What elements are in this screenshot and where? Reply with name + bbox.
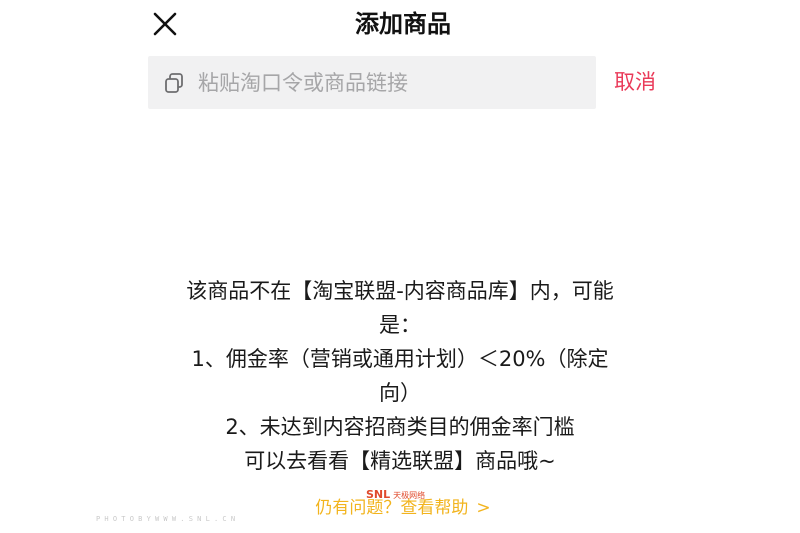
add-product-page: 添加商品 取消 该商品不在【淘宝联盟-内容商品库】内，可能 是： 1、佣金率（营… — [0, 0, 800, 533]
page-title: 添加商品 — [355, 10, 451, 38]
message-line: 2、未达到内容招商类目的佣金率门槛 — [225, 415, 575, 439]
cancel-button[interactable]: 取消 — [614, 66, 656, 98]
watermark-logo-text: SNL — [366, 488, 391, 501]
message-line: 该商品不在【淘宝联盟-内容商品库】内，可能 — [186, 279, 614, 303]
message-line: 是： — [379, 313, 421, 337]
watermark-logo: SNL 天极网络 — [366, 488, 425, 503]
watermark-logo-sub: 天极网络 — [393, 491, 426, 500]
message-line: 可以去看看【精选联盟】商品哦~ — [244, 449, 556, 473]
paste-icon — [163, 72, 185, 94]
message-line: 向） — [379, 381, 421, 405]
message-line: 1、佣金率（营销或通用计划）＜20%（除定 — [191, 347, 609, 371]
search-input[interactable] — [198, 70, 578, 95]
watermark-text: P H O T O B Y W W W . S N L . C N — [96, 515, 236, 523]
search-box[interactable] — [148, 56, 596, 109]
not-in-library-message: 该商品不在【淘宝联盟-内容商品库】内，可能 是： 1、佣金率（营销或通用计划）＜… — [130, 274, 670, 478]
